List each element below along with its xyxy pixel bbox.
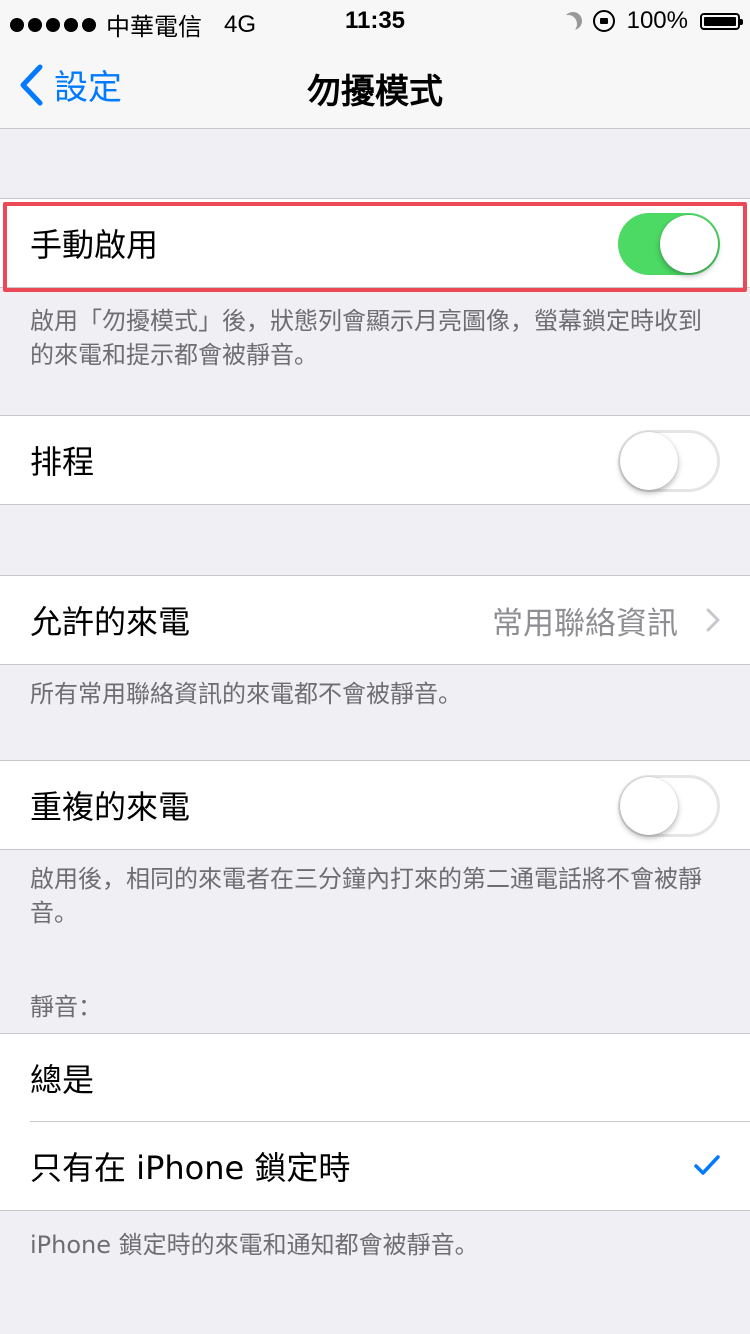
silence-option-always[interactable]: 總是 bbox=[0, 1034, 750, 1122]
status-bar: 中華電信 4G 11:35 100% bbox=[0, 0, 750, 41]
page-title: 勿擾模式 bbox=[307, 72, 443, 112]
battery-icon bbox=[700, 12, 743, 30]
toggle-knob bbox=[620, 432, 678, 490]
carrier-name: 中華電信 bbox=[106, 14, 202, 41]
silence-option-label: 只有在 iPhone 鎖定時 bbox=[30, 1149, 351, 1187]
silence-footer: iPhone 鎖定時的來電和通知都會被靜音。 bbox=[30, 1231, 479, 1259]
allow-calls-row[interactable]: 允許的來電 常用聯絡資訊 bbox=[0, 576, 750, 664]
silence-option-label: 總是 bbox=[30, 1061, 95, 1099]
silence-option-locked[interactable]: 只有在 iPhone 鎖定時 bbox=[0, 1122, 750, 1210]
navigation-bar: 設定 勿擾模式 bbox=[0, 40, 750, 129]
manual-footer: 啟用「勿擾模式」後，狀態列會顯示月亮圖像，螢幕鎖定時收到的來電和提示都會被靜音。 bbox=[30, 307, 702, 369]
allow-calls-footer: 所有常用聯絡資訊的來電都不會被靜音。 bbox=[30, 680, 462, 708]
repeated-calls-row: 重複的來電 bbox=[0, 761, 750, 849]
manual-group: 手動啟用 bbox=[0, 198, 750, 288]
repeated-calls-toggle[interactable] bbox=[618, 775, 720, 837]
allow-calls-value: 常用聯絡資訊 bbox=[492, 605, 678, 642]
schedule-group: 排程 bbox=[0, 415, 750, 505]
schedule-row: 排程 bbox=[0, 416, 750, 504]
chevron-right-icon bbox=[706, 608, 720, 632]
signal-dots-icon bbox=[10, 17, 96, 32]
allow-calls-label: 允許的來電 bbox=[30, 603, 191, 641]
rotation-lock-icon bbox=[592, 10, 615, 32]
network-type: 4G bbox=[224, 10, 257, 38]
toggle-knob bbox=[660, 215, 718, 273]
repeated-calls-label: 重複的來電 bbox=[30, 788, 191, 826]
manual-row: 手動啟用 bbox=[0, 199, 750, 287]
checkmark-icon bbox=[694, 1155, 720, 1175]
moon-icon bbox=[559, 15, 577, 33]
repeated-calls-group: 重複的來電 bbox=[0, 760, 750, 850]
manual-toggle[interactable] bbox=[618, 213, 720, 275]
silence-group: 總是 只有在 iPhone 鎖定時 bbox=[0, 1033, 750, 1211]
repeated-calls-footer: 啟用後，相同的來電者在三分鐘內打來的第二通電話將不會被靜音。 bbox=[30, 865, 702, 927]
battery-percent: 100% bbox=[626, 7, 688, 34]
manual-label: 手動啟用 bbox=[30, 226, 159, 264]
allow-calls-group: 允許的來電 常用聯絡資訊 bbox=[0, 575, 750, 665]
schedule-toggle[interactable] bbox=[618, 430, 720, 492]
toggle-knob bbox=[620, 777, 678, 835]
silence-section-header: 靜音： bbox=[30, 993, 102, 1021]
schedule-label: 排程 bbox=[30, 443, 95, 481]
